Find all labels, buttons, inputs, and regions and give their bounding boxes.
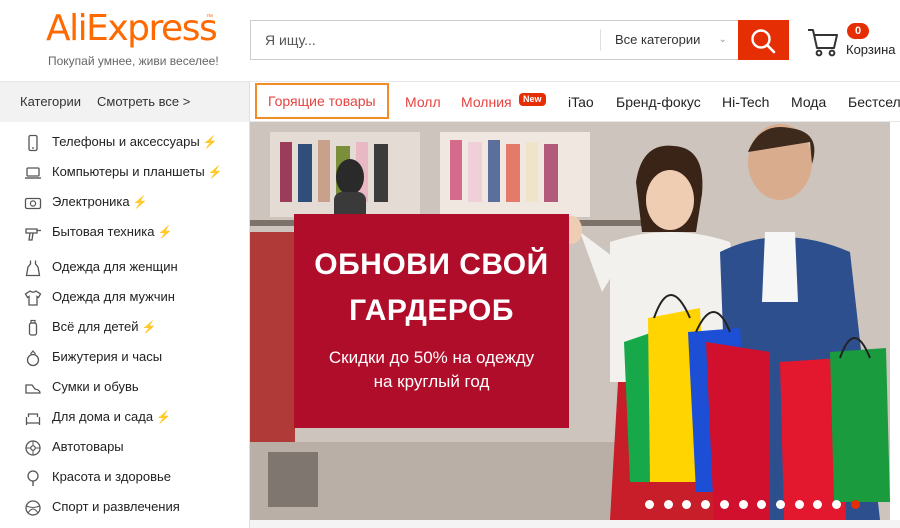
sidebar-item-kids[interactable]: Всё для детей ⚡ xyxy=(0,312,249,342)
shirt-icon xyxy=(24,290,42,306)
sidebar-item-label: Для дома и сада xyxy=(52,409,154,424)
promo-subtitle-line1: Скидки до 50% на одежду xyxy=(328,348,535,367)
nav-item-mall[interactable]: Молл xyxy=(405,82,441,122)
slide-dot[interactable] xyxy=(775,500,785,509)
promo-box: ОБНОВИ СВОЙ ГАРДЕРОБ Скидки до 50% на од… xyxy=(294,214,569,428)
chevron-down-icon: ⌄ xyxy=(718,34,727,45)
category-select[interactable]: Все категории ⌄ xyxy=(601,21,737,59)
right-gutter xyxy=(890,122,900,520)
promo-title-line2: ГАРДЕРОБ xyxy=(349,294,514,327)
promo-subtitle-line2: на круглый год xyxy=(373,372,490,391)
bolt-icon: ⚡ xyxy=(202,135,218,149)
sidebar-item-women[interactable]: Одежда для женщин xyxy=(0,252,249,282)
cart-button[interactable]: 0 Корзина xyxy=(806,22,900,62)
sidebar-item-phones[interactable]: Телефоны и аксессуары ⚡ xyxy=(0,127,249,157)
search-input[interactable] xyxy=(251,21,599,59)
slide-dot[interactable] xyxy=(850,500,860,509)
logo-wordmark: AliExpress xyxy=(46,8,218,49)
see-all-link[interactable]: Смотреть все > xyxy=(97,94,190,109)
shoe-icon xyxy=(25,384,41,394)
bolt-icon: ⚡ xyxy=(157,225,173,239)
promo-title: ОБНОВИ СВОЙ ГАРДЕРОБ xyxy=(294,242,569,334)
bolt-icon: ⚡ xyxy=(141,320,157,334)
sidebar-item-label: Автотовары xyxy=(52,439,124,454)
search-icon xyxy=(751,29,776,54)
slide-dot[interactable] xyxy=(645,500,654,509)
sidebar-item-appliances[interactable]: Бытовая техника ⚡ xyxy=(0,217,249,247)
slide-dot[interactable] xyxy=(663,500,673,509)
categories-header: Категории Смотреть все > xyxy=(0,82,250,122)
bolt-icon: ⚡ xyxy=(207,165,223,179)
nav-item-flash[interactable]: Молния xyxy=(461,82,512,122)
sidebar-item-bags[interactable]: Сумки и обувь xyxy=(0,372,249,402)
sidebar-item-auto[interactable]: Автотовары xyxy=(0,432,249,462)
drill-icon xyxy=(25,228,41,241)
sidebar-item-label: Всё для детей xyxy=(52,319,139,334)
slide-dot[interactable] xyxy=(738,500,748,509)
wheel-icon xyxy=(25,440,41,456)
slide-dot[interactable] xyxy=(794,500,804,509)
sidebar-item-electronics[interactable]: Электроника ⚡ xyxy=(0,187,249,217)
sidebar-item-label: Бытовая техника xyxy=(52,224,155,239)
search-button[interactable] xyxy=(738,20,789,60)
nav-item-fashion[interactable]: Мода xyxy=(791,82,826,122)
laptop-icon xyxy=(25,167,41,179)
new-badge: New xyxy=(519,93,546,106)
nav-item-brand-focus[interactable]: Бренд-фокус xyxy=(616,82,701,122)
sidebar-item-home[interactable]: Для дома и сада ⚡ xyxy=(0,402,249,432)
sidebar-item-beauty[interactable]: Красота и здоровье xyxy=(0,462,249,492)
dress-icon xyxy=(25,260,41,277)
slide-dot[interactable] xyxy=(719,500,729,509)
sidebar-item-sports[interactable]: Спорт и развлечения xyxy=(0,492,249,522)
cart-icon xyxy=(808,29,838,57)
top-nav: Категории Смотреть все > Горящие товары … xyxy=(0,82,900,122)
categories-label: Категории xyxy=(20,94,81,109)
sidebar-item-label: Электроника xyxy=(52,194,130,209)
sidebar-item-jewelry[interactable]: Бижутерия и часы xyxy=(0,342,249,372)
bolt-icon: ⚡ xyxy=(132,195,148,209)
nav-item-itao[interactable]: iTao xyxy=(568,82,594,122)
sidebar-item-label: Красота и здоровье xyxy=(52,469,172,484)
slide-dot[interactable] xyxy=(832,500,841,509)
promo-title-line1: ОБНОВИ СВОЙ xyxy=(314,248,549,281)
sidebar-item-computers[interactable]: Компьютеры и планшеты ⚡ xyxy=(0,157,249,187)
nav-item-bestsellers[interactable]: Бестсел xyxy=(848,82,900,122)
sofa-icon xyxy=(25,413,41,425)
bottom-gutter xyxy=(250,520,900,528)
baby-icon xyxy=(28,319,38,336)
nav-item-flash-label: Молния xyxy=(461,94,512,110)
camera-icon xyxy=(24,197,42,210)
ball-icon xyxy=(25,500,41,516)
sidebar-item-label: Одежда для женщин xyxy=(52,259,178,274)
sidebar-item-label: Компьютеры и планшеты xyxy=(52,164,205,179)
sidebar-item-label: Одежда для мужчин xyxy=(52,289,175,304)
hero-banner[interactable]: ОБНОВИ СВОЙ ГАРДЕРОБ Скидки до 50% на од… xyxy=(250,122,890,520)
bolt-icon: ⚡ xyxy=(156,410,172,424)
header: AliExpress ™ Покупай умнее, живи веселее… xyxy=(0,0,900,82)
nav-item-hitech[interactable]: Hi-Tech xyxy=(722,82,769,122)
category-sidebar: Телефоны и аксессуары ⚡ Компьютеры и план… xyxy=(0,122,250,528)
sidebar-item-label: Телефоны и аксессуары xyxy=(52,134,200,149)
nav-item-hot-deals[interactable]: Горящие товары xyxy=(255,83,389,119)
mirror-icon xyxy=(27,470,39,486)
sidebar-item-label: Сумки и обувь xyxy=(52,379,139,394)
aliexpress-logo[interactable]: AliExpress ™ Покупай умнее, живи веселее… xyxy=(46,6,236,68)
sidebar-item-label: Спорт и развлечения xyxy=(52,499,180,514)
search-bar: Все категории ⌄ xyxy=(250,20,789,60)
logo-trademark: ™ xyxy=(206,14,213,21)
slogan: Покупай умнее, живи веселее! xyxy=(48,54,219,68)
phone-icon xyxy=(28,134,38,152)
promo-subtitle: Скидки до 50% на одежду на круглый год xyxy=(294,346,569,394)
sidebar-item-men[interactable]: Одежда для мужчин xyxy=(0,282,249,312)
cart-label: Корзина xyxy=(846,42,896,57)
ring-icon xyxy=(26,350,40,367)
sidebar-item-label: Бижутерия и часы xyxy=(52,349,163,364)
category-select-label: Все категории xyxy=(615,32,701,47)
cart-count-badge: 0 xyxy=(847,23,869,39)
